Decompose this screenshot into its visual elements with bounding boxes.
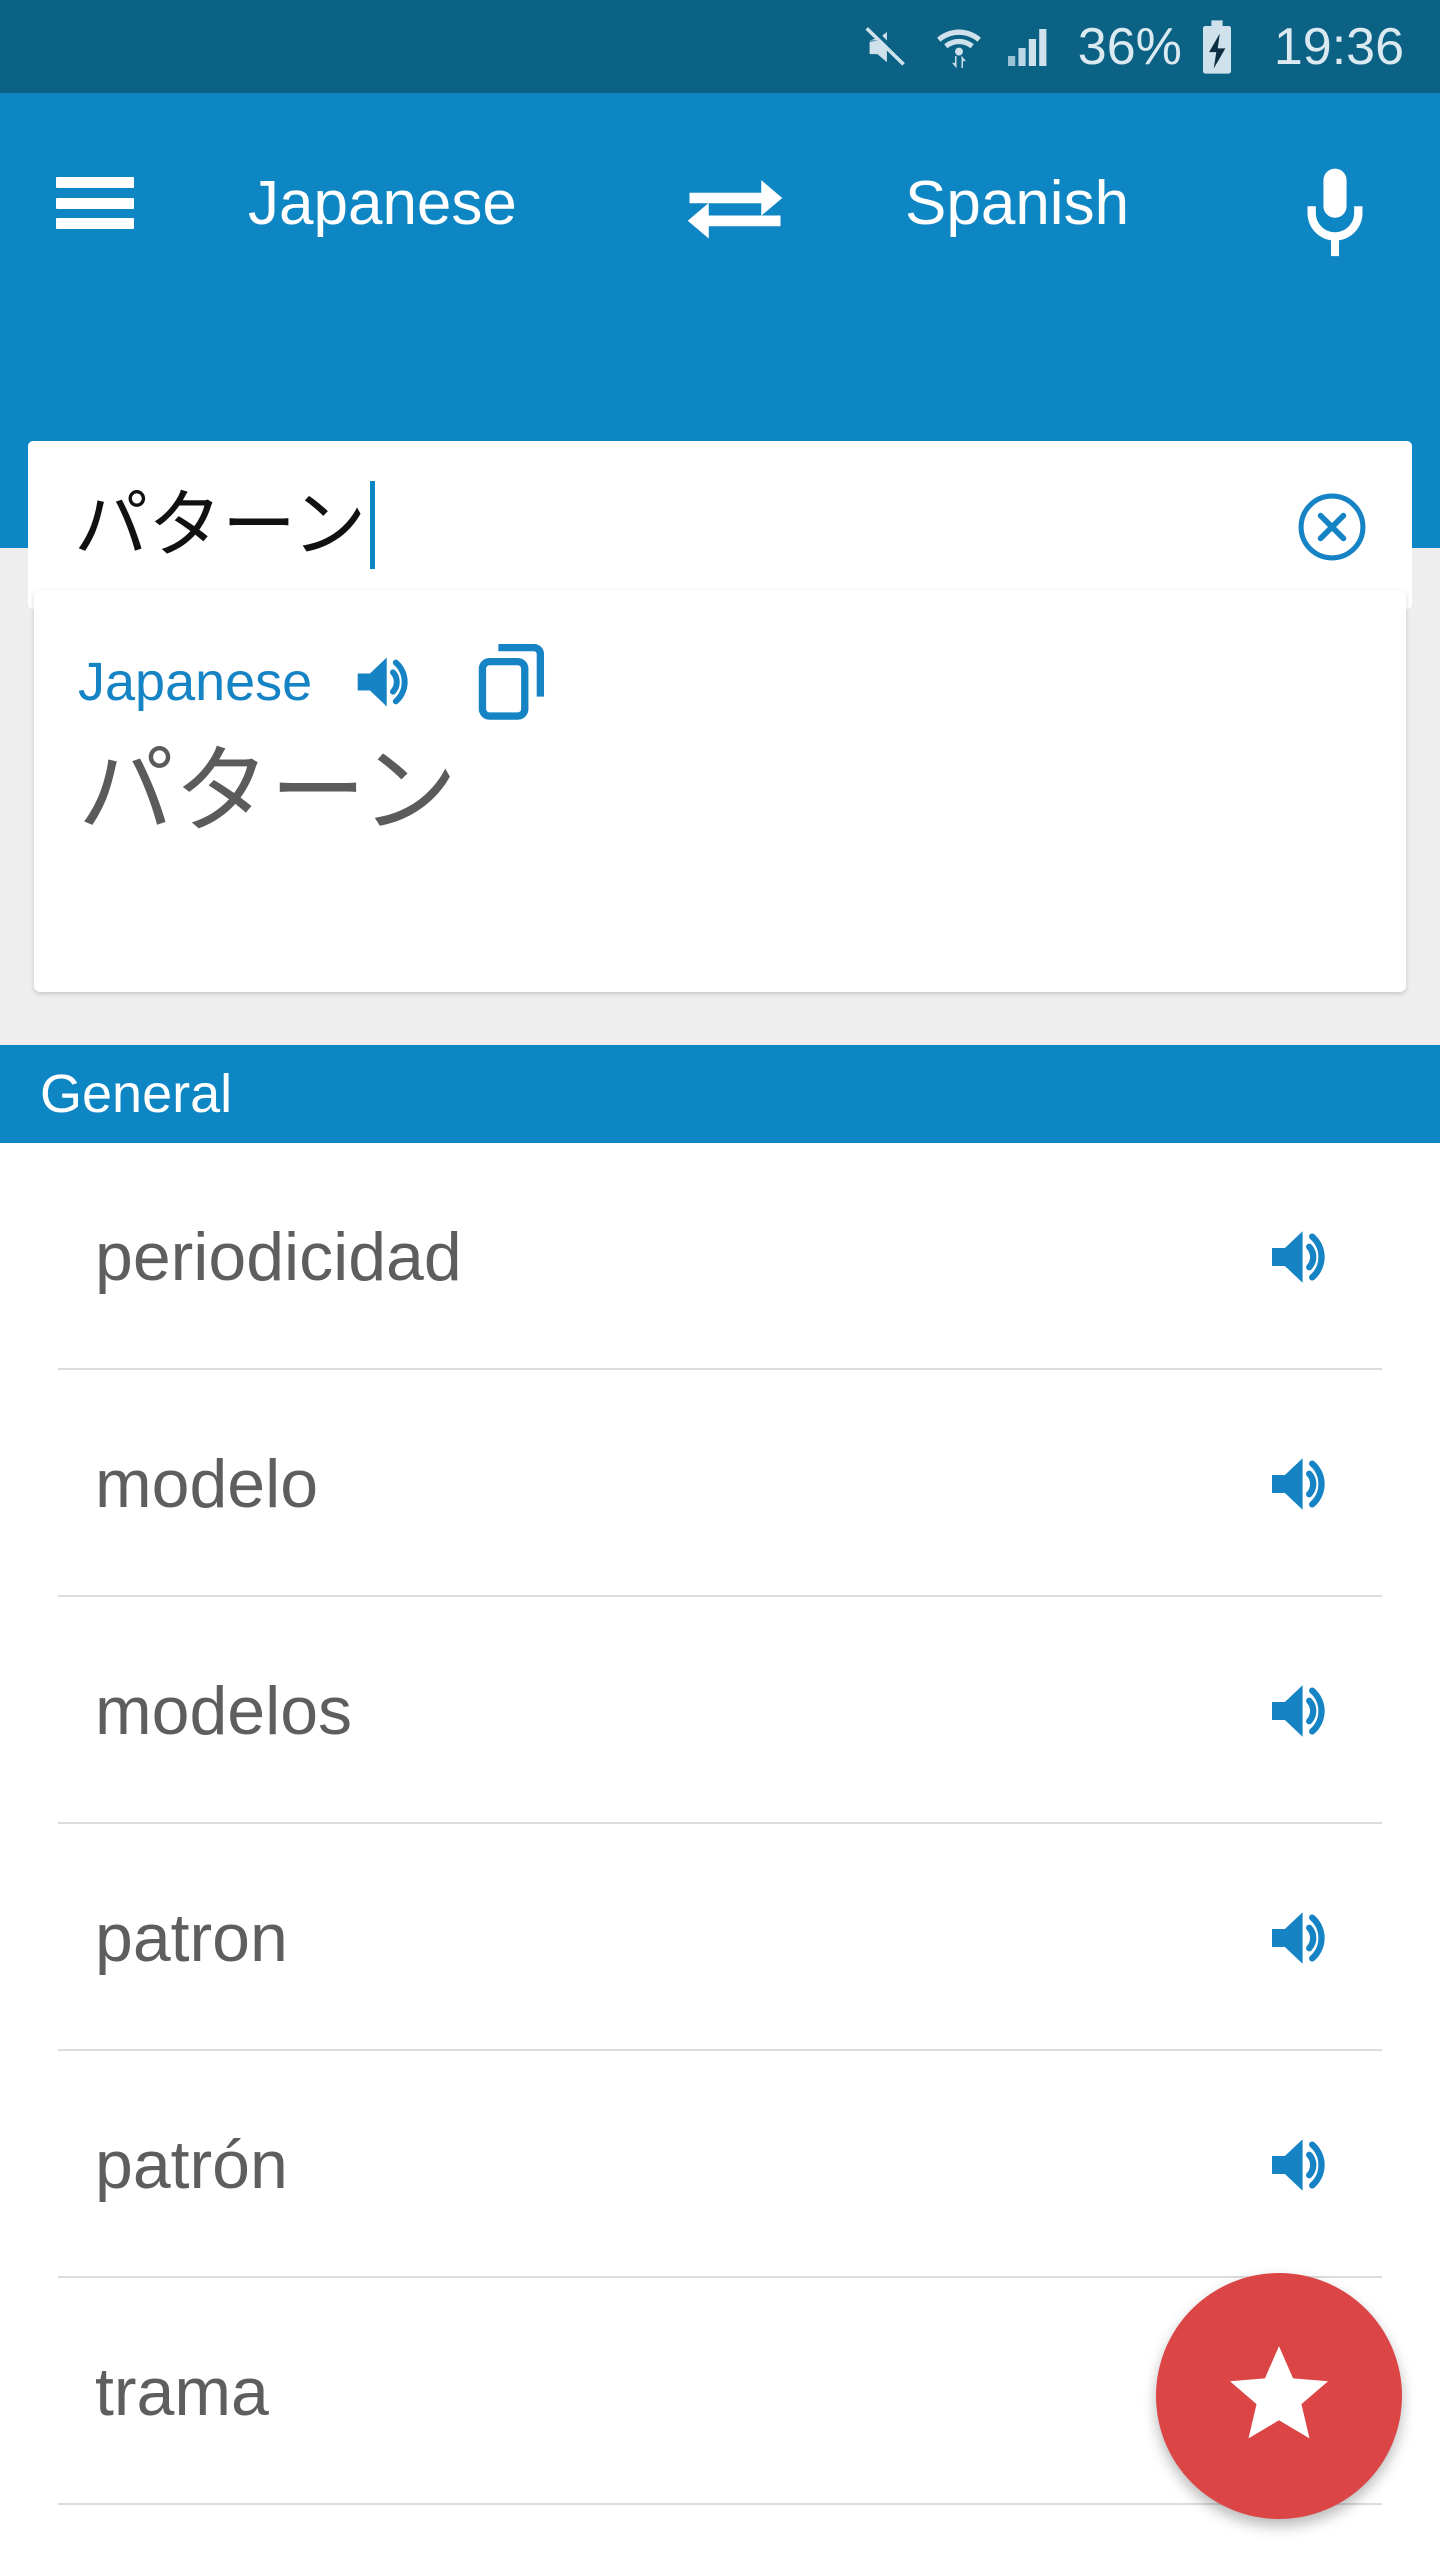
table-row[interactable]: periodicidad (0, 1143, 1440, 1370)
menu-icon[interactable] (56, 177, 134, 229)
clear-icon[interactable] (1296, 491, 1368, 563)
speaker-icon[interactable] (1266, 2131, 1344, 2199)
table-row[interactable]: modelos (0, 1597, 1440, 1824)
star-icon (1223, 2341, 1335, 2452)
battery-charging-icon (1198, 19, 1236, 75)
card-language-label: Japanese (78, 652, 313, 712)
table-row[interactable]: modelo (0, 1370, 1440, 1597)
speaker-icon[interactable] (352, 650, 426, 714)
table-row[interactable]: patron (0, 1824, 1440, 2051)
signal-icon (1004, 22, 1052, 72)
target-language-button[interactable]: Spanish (905, 173, 1129, 235)
swap-languages-icon[interactable] (680, 171, 790, 241)
result-term: modelos (95, 1672, 353, 1749)
text-caret (370, 481, 376, 569)
battery-percent-label: 36% (1077, 17, 1182, 76)
table-row[interactable]: patrón (0, 2051, 1440, 2278)
section-header-general: General (0, 1045, 1440, 1143)
search-text-wrap: パターン (74, 441, 376, 609)
status-bar: 36% 19:36 (0, 0, 1440, 93)
mute-icon (862, 21, 914, 73)
action-bar: Japanese Spanish パターン (0, 93, 1440, 609)
result-term: trama (95, 2353, 269, 2430)
card-header: Japanese (78, 642, 548, 722)
favorites-fab-button[interactable] (1156, 2273, 1402, 2519)
menu-icon-bar (56, 197, 134, 209)
source-term-card: Japanese パターン (34, 590, 1406, 992)
speaker-icon[interactable] (1266, 1450, 1344, 1518)
card-term: パターン (78, 735, 458, 847)
clock-label: 19:36 (1273, 17, 1404, 76)
result-term: patrón (95, 2126, 288, 2203)
result-term: modelo (95, 1445, 319, 1522)
search-value: パターン (74, 482, 367, 568)
copy-icon[interactable] (478, 642, 548, 722)
status-icons: 36% 19:36 (862, 19, 1404, 75)
row-divider (58, 2503, 1382, 2505)
search-input[interactable]: パターン (28, 441, 1412, 609)
speaker-icon[interactable] (1266, 1904, 1344, 1972)
source-language-button[interactable]: Japanese (248, 173, 517, 235)
menu-icon-bar (56, 218, 134, 229)
result-term: periodicidad (95, 1218, 462, 1295)
speaker-icon[interactable] (1266, 1677, 1344, 1745)
menu-icon-bar (56, 177, 134, 188)
section-header-label: General (40, 1064, 233, 1124)
result-term: patron (95, 1899, 288, 1976)
wifi-icon (934, 21, 984, 73)
speaker-icon[interactable] (1266, 1223, 1344, 1291)
microphone-icon[interactable] (1290, 165, 1380, 259)
